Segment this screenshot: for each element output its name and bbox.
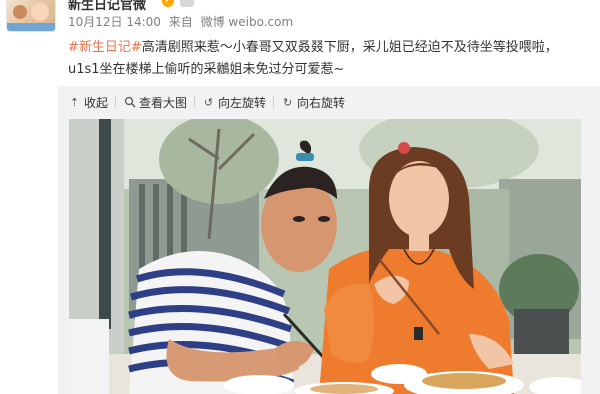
rotate-left-icon: ↺ <box>203 95 214 109</box>
collapse-button[interactable]: ⇡ 收起 <box>68 94 108 111</box>
avatar-art <box>13 5 27 19</box>
magnify-icon <box>123 96 136 109</box>
hashtag-link[interactable]: #新生日记# <box>68 40 142 55</box>
photo-illustration <box>69 119 581 394</box>
toolbar-divider <box>194 96 196 108</box>
post-body: 高清剧照来惹～小春哥又双叒叕下厨，采儿姐已经迫不及待坐等投喂啦，u1s1坐在楼梯… <box>68 40 558 77</box>
user-name[interactable]: 新生日记官微 <box>68 0 146 13</box>
toolbar-divider <box>115 96 117 108</box>
rotate-left-button[interactable]: ↺ 向左旋转 <box>202 94 266 111</box>
view-large-button[interactable]: 查看大图 <box>123 94 187 111</box>
post-meta: 10月12日 14:00 来自 微博 weibo.com <box>68 13 297 29</box>
from-label: 来自 <box>168 15 193 29</box>
avatar[interactable] <box>6 0 56 32</box>
collapse-up-icon: ⇡ <box>69 95 80 109</box>
rotate-left-label: 向左旋转 <box>218 95 267 110</box>
view-large-label: 查看大图 <box>139 95 188 110</box>
rotate-right-label: 向右旋转 <box>297 95 346 110</box>
avatar-art <box>31 3 49 21</box>
post-header: 新生日记官微 ✓ 10月12日 14:00 来自 微博 weibo.com <box>0 0 600 34</box>
post-source[interactable]: 微博 weibo.com <box>201 15 294 29</box>
post-text: #新生日记#高清剧照来惹～小春哥又双叒叕下厨，采儿姐已经迫不及待坐等投喂啦，u1… <box>68 37 588 81</box>
rank-badge-icon[interactable] <box>180 0 194 7</box>
toolbar-divider <box>273 96 275 108</box>
collapse-label: 收起 <box>84 95 109 110</box>
post-photo[interactable] <box>69 119 581 394</box>
avatar-art <box>7 23 55 31</box>
post-time[interactable]: 10月12日 14:00 <box>68 15 161 29</box>
vip-badge-icon[interactable]: ✓ <box>162 0 174 7</box>
rotate-right-button[interactable]: ↻ 向右旋转 <box>281 94 345 111</box>
rotate-right-icon: ↻ <box>282 95 293 109</box>
media-toolbar: ⇡ 收起 查看大图 ↺ 向左旋转 ↻ 向右旋转 <box>68 92 345 112</box>
